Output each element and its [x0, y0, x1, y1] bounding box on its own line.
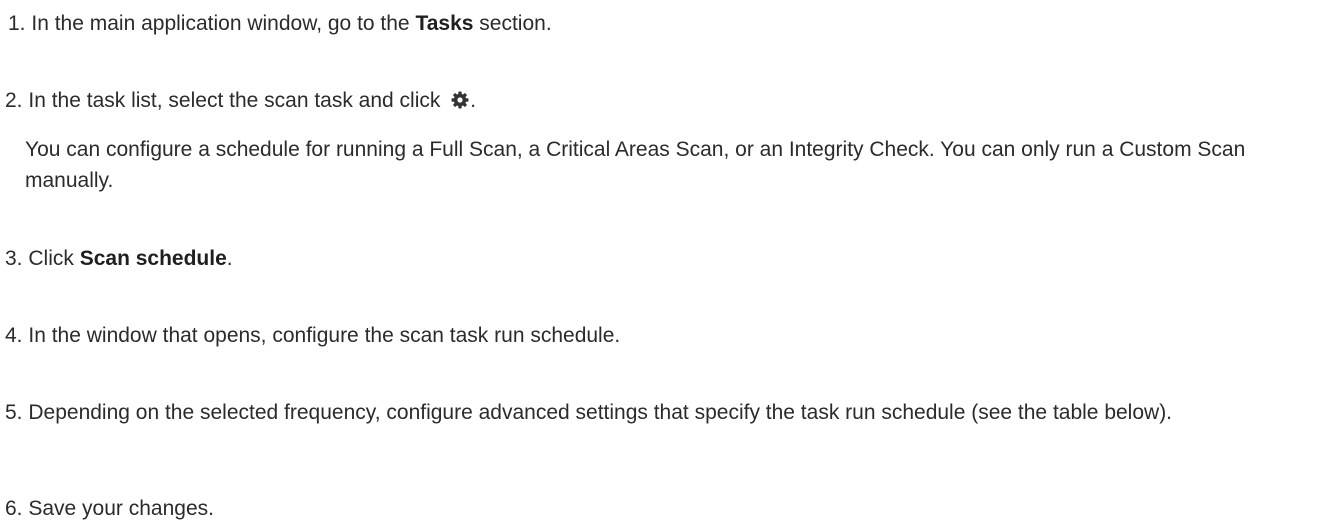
step-1: 1. In the main application window, go to… [8, 8, 1341, 39]
step-text: In the task list, select the scan task a… [28, 89, 447, 112]
step-text: In the main application window, go to th… [31, 12, 416, 35]
step-text-end: . [470, 89, 477, 112]
step-2: 2. In the task list, select the scan tas… [5, 85, 1341, 116]
tasks-section-label: Tasks [415, 12, 474, 35]
step-3: 3. Click Scan schedule. [5, 243, 1341, 274]
step-text: Save your changes. [28, 497, 214, 520]
step-2-note: You can configure a schedule for running… [25, 138, 1246, 192]
instruction-steps: 1. In the main application window, go to… [0, 0, 1341, 530]
step-number: 6. [5, 497, 23, 520]
step-number: 1. [8, 12, 26, 35]
gear-icon[interactable] [450, 88, 470, 109]
step-4: 4. In the window that opens, configure t… [5, 320, 1341, 351]
step-6: 6. Save your changes. [5, 493, 1341, 524]
step-text-end: section. [473, 12, 552, 35]
step-number: 2. [5, 89, 23, 112]
step-text-end: . [226, 247, 233, 270]
step-text: Depending on the selected frequency, con… [28, 401, 1173, 424]
scan-schedule-label: Scan schedule [79, 247, 227, 270]
step-5: 5. Depending on the selected frequency, … [5, 397, 1341, 428]
step-text: In the window that opens, configure the … [28, 324, 621, 347]
step-number: 5. [5, 401, 23, 424]
step-text: Click [28, 247, 80, 270]
step-number: 3. [5, 247, 23, 270]
step-number: 4. [5, 324, 23, 347]
